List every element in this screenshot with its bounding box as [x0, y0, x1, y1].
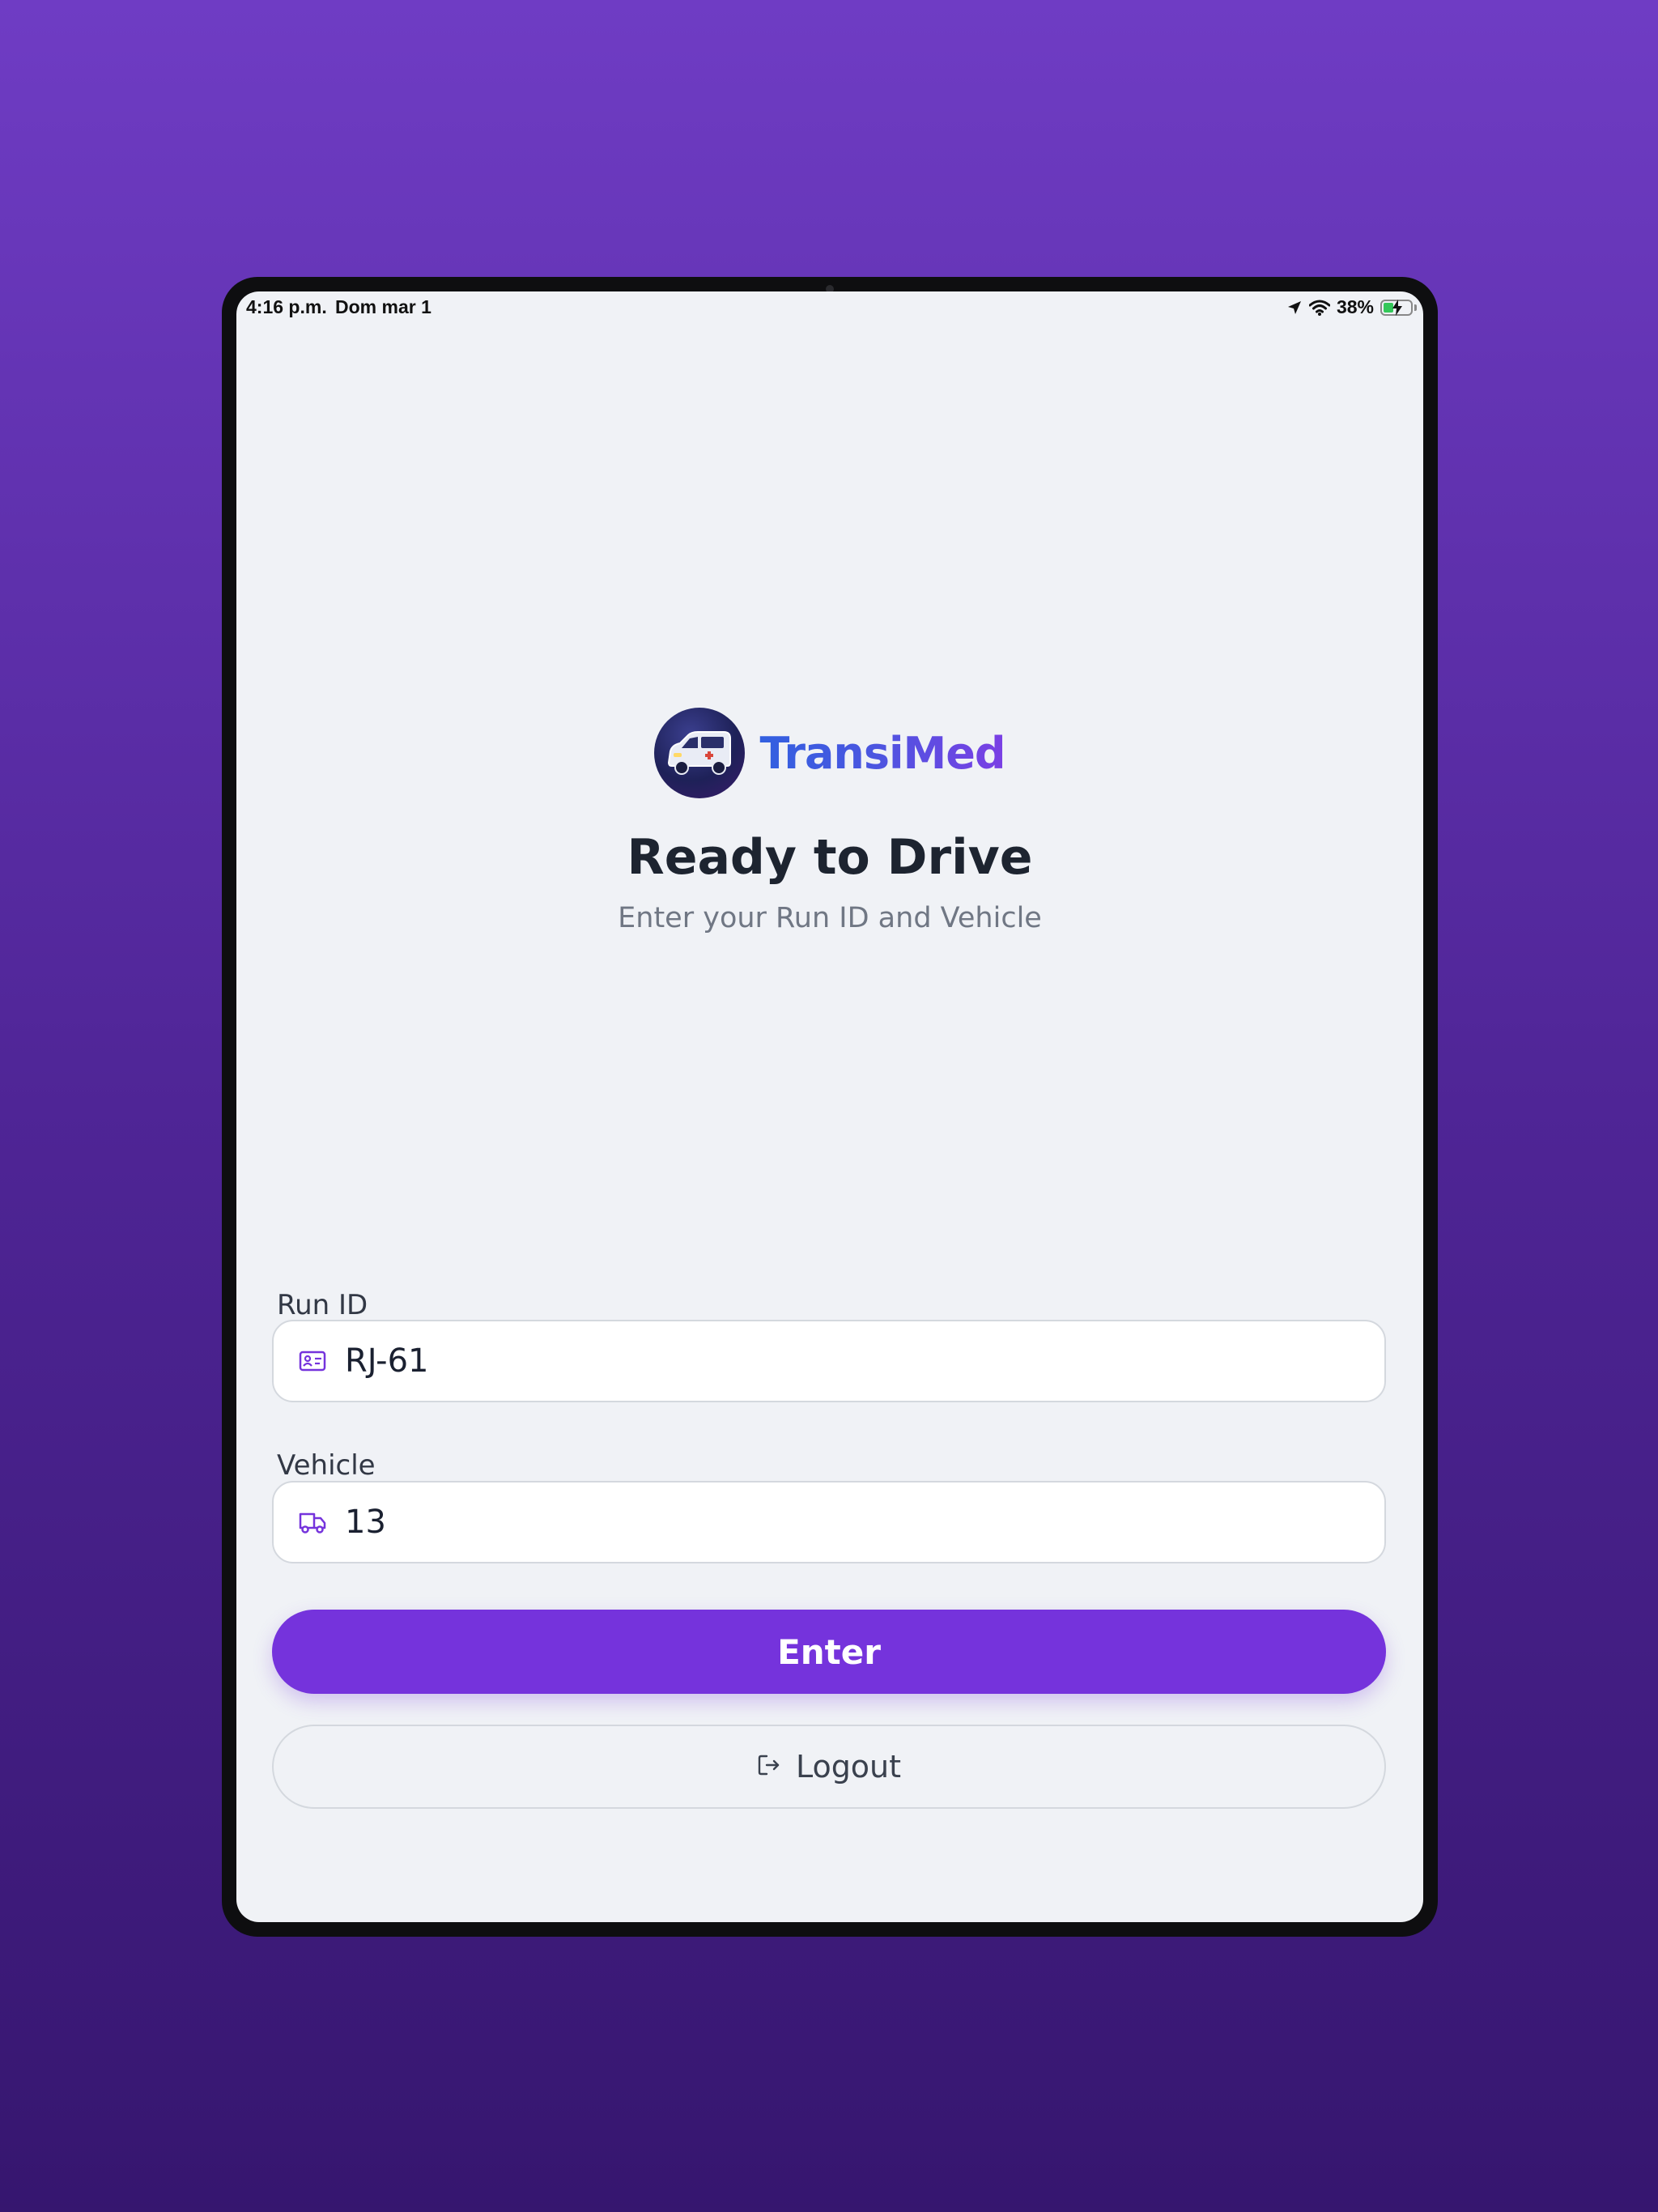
logout-button[interactable]: Logout [272, 1725, 1386, 1809]
wifi-icon [1308, 300, 1330, 316]
run-id-label: Run ID [277, 1289, 368, 1321]
brand-name: TransiMed [759, 727, 1005, 779]
brand-header: TransiMed [236, 708, 1423, 798]
status-date: Dom mar 1 [335, 296, 432, 317]
app-screen: 4:16 p.m. Dom mar 1 38% TransiMed Ready … [236, 291, 1423, 1922]
enter-button-label: Enter [777, 1631, 881, 1672]
run-id-value: RJ-61 [345, 1342, 429, 1380]
status-indicators: 38% [1286, 296, 1417, 318]
id-card-icon [298, 1346, 327, 1376]
vehicle-input[interactable]: 13 [272, 1481, 1386, 1563]
location-arrow-icon [1286, 300, 1303, 316]
run-id-input[interactable]: RJ-61 [272, 1320, 1386, 1402]
truck-icon [298, 1508, 327, 1537]
bolt-icon [1392, 299, 1402, 316]
page-subtitle: Enter your Run ID and Vehicle [618, 902, 1042, 934]
vehicle-label: Vehicle [277, 1449, 376, 1482]
enter-button[interactable]: Enter [272, 1610, 1386, 1694]
battery-percent: 38% [1336, 296, 1374, 317]
ambulance-van-icon [654, 708, 746, 798]
battery-cap [1414, 304, 1417, 311]
vehicle-value: 13 [345, 1504, 386, 1541]
status-bar: 4:16 p.m. Dom mar 1 38% [236, 291, 1423, 324]
page-title: Ready to Drive [627, 829, 1033, 886]
status-time: 4:16 p.m. [246, 296, 327, 317]
battery-charging-icon [1380, 299, 1413, 316]
logout-button-label: Logout [795, 1749, 902, 1784]
tablet-frame: 4:16 p.m. Dom mar 1 38% TransiMed Ready … [222, 277, 1438, 1937]
logout-icon [757, 1749, 781, 1784]
